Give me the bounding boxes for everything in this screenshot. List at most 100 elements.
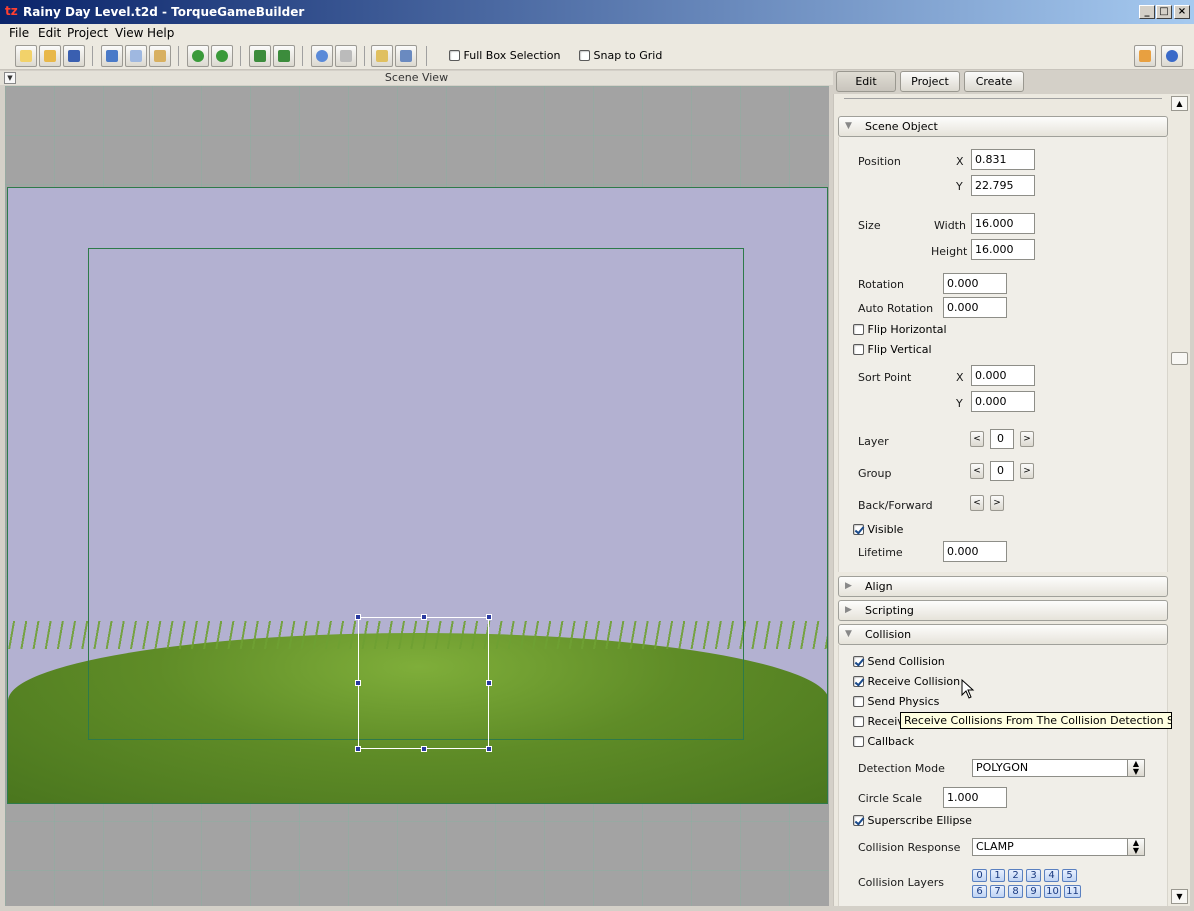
scripting-section-header[interactable]: ▶ Scripting: [838, 600, 1168, 621]
superscribe-ellipse-checkbox[interactable]: [853, 815, 864, 826]
select-tool-button[interactable]: [335, 45, 357, 67]
collision-layer-button[interactable]: 6: [972, 885, 987, 898]
align-section-header[interactable]: ▶ Align: [838, 576, 1168, 597]
send-collision-checkbox[interactable]: [853, 656, 864, 667]
send-physics-option[interactable]: Send Physics: [853, 695, 939, 708]
paste-button[interactable]: [149, 45, 171, 67]
snap-to-grid-toggle[interactable]: Snap to Grid: [579, 49, 662, 62]
collision-layer-button[interactable]: 10: [1044, 885, 1061, 898]
receive-collision-checkbox[interactable]: [853, 676, 864, 687]
send-backward-button[interactable]: [273, 45, 295, 67]
layer-increment-button[interactable]: >: [1020, 431, 1034, 447]
edit-script-button[interactable]: [371, 45, 393, 67]
undo-button[interactable]: [187, 45, 209, 67]
resize-handle[interactable]: [355, 746, 361, 752]
menu-view[interactable]: View: [115, 26, 143, 40]
feedback-button[interactable]: [1134, 45, 1156, 67]
save-button[interactable]: [63, 45, 85, 67]
collision-response-select[interactable]: CLAMP ▲ ▼: [972, 838, 1145, 856]
flip-horizontal-checkbox[interactable]: [853, 324, 864, 335]
resize-handle[interactable]: [355, 680, 361, 686]
menu-file[interactable]: File: [9, 26, 29, 40]
auto-rotation-input[interactable]: 0.000: [943, 297, 1007, 318]
resize-handle[interactable]: [486, 614, 492, 620]
window-mode-button[interactable]: [395, 45, 417, 67]
full-box-selection-toggle[interactable]: Full Box Selection: [449, 49, 560, 62]
inspector-scrollbar[interactable]: ▲ ▼: [1170, 94, 1190, 906]
send-physics-checkbox[interactable]: [853, 696, 864, 707]
scene-object-section-header[interactable]: ▼ Scene Object: [838, 116, 1168, 137]
collision-layer-button[interactable]: 3: [1026, 869, 1041, 882]
scene-menu-dropdown-icon[interactable]: ▼: [4, 72, 16, 84]
tab-edit[interactable]: Edit: [836, 71, 896, 92]
bring-forward-button[interactable]: [249, 45, 271, 67]
scroll-up-icon[interactable]: ▲: [1171, 96, 1188, 111]
open-button[interactable]: [39, 45, 61, 67]
flip-vertical-option[interactable]: Flip Vertical: [853, 343, 932, 356]
lifetime-input[interactable]: 0.000: [943, 541, 1007, 562]
height-input[interactable]: 16.000: [971, 239, 1035, 260]
collision-layer-button[interactable]: 8: [1008, 885, 1023, 898]
sort-y-input[interactable]: 0.000: [971, 391, 1035, 412]
resize-handle[interactable]: [421, 614, 427, 620]
receive-physics-checkbox[interactable]: [853, 716, 864, 727]
layer-input[interactable]: 0: [990, 429, 1014, 449]
maximize-button[interactable]: □: [1156, 5, 1172, 19]
rotation-input[interactable]: 0.000: [943, 273, 1007, 294]
cut-button[interactable]: [101, 45, 123, 67]
collision-section-header[interactable]: ▼ Collision: [838, 624, 1168, 645]
detection-mode-select[interactable]: POLYGON ▲ ▼: [972, 759, 1145, 777]
minimize-button[interactable]: _: [1139, 5, 1155, 19]
redo-button[interactable]: [211, 45, 233, 67]
resize-handle[interactable]: [486, 680, 492, 686]
snap-to-grid-checkbox[interactable]: [579, 50, 590, 61]
scroll-down-icon[interactable]: ▼: [1171, 889, 1188, 904]
tab-create[interactable]: Create: [964, 71, 1024, 92]
sort-x-input[interactable]: 0.000: [971, 365, 1035, 386]
receive-collision-option[interactable]: Receive Collision: [853, 675, 960, 688]
menu-help[interactable]: Help: [147, 26, 174, 40]
position-y-input[interactable]: 22.795: [971, 175, 1035, 196]
callback-option[interactable]: Callback: [853, 735, 914, 748]
send-back-button[interactable]: <: [970, 495, 984, 511]
collision-layer-button[interactable]: 5: [1062, 869, 1077, 882]
group-decrement-button[interactable]: <: [970, 463, 984, 479]
callback-checkbox[interactable]: [853, 736, 864, 747]
scroll-thumb[interactable]: [1171, 352, 1188, 365]
play-button[interactable]: [311, 45, 333, 67]
layer-decrement-button[interactable]: <: [970, 431, 984, 447]
flip-vertical-checkbox[interactable]: [853, 344, 864, 355]
collision-layer-button[interactable]: 9: [1026, 885, 1041, 898]
collision-layer-button[interactable]: 7: [990, 885, 1005, 898]
position-x-input[interactable]: 0.831: [971, 149, 1035, 170]
group-input[interactable]: 0: [990, 461, 1014, 481]
selected-object-bounds[interactable]: [355, 614, 492, 752]
menu-project[interactable]: Project: [67, 26, 108, 40]
collision-layer-button[interactable]: 0: [972, 869, 987, 882]
receive-physics-option[interactable]: Receiv: [853, 715, 904, 728]
full-box-selection-checkbox[interactable]: [449, 50, 460, 61]
resize-handle[interactable]: [421, 746, 427, 752]
width-input[interactable]: 16.000: [971, 213, 1035, 234]
bring-forward-button[interactable]: >: [990, 495, 1004, 511]
menu-edit[interactable]: Edit: [38, 26, 61, 40]
collision-layer-button[interactable]: 2: [1008, 869, 1023, 882]
scene-view-canvas[interactable]: [5, 86, 829, 906]
collision-layer-button[interactable]: 4: [1044, 869, 1059, 882]
send-collision-option[interactable]: Send Collision: [853, 655, 945, 668]
collision-layer-button[interactable]: 11: [1064, 885, 1081, 898]
resize-handle[interactable]: [486, 746, 492, 752]
group-increment-button[interactable]: >: [1020, 463, 1034, 479]
collision-layer-button[interactable]: 1: [990, 869, 1005, 882]
visible-option[interactable]: Visible: [853, 523, 903, 536]
copy-button[interactable]: [125, 45, 147, 67]
flip-horizontal-option[interactable]: Flip Horizontal: [853, 323, 947, 336]
circle-scale-input[interactable]: 1.000: [943, 787, 1007, 808]
resize-handle[interactable]: [355, 614, 361, 620]
tab-project[interactable]: Project: [900, 71, 960, 92]
new-button[interactable]: [15, 45, 37, 67]
visible-checkbox[interactable]: [853, 524, 864, 535]
about-button[interactable]: [1161, 45, 1183, 67]
superscribe-ellipse-option[interactable]: Superscribe Ellipse: [853, 814, 972, 827]
close-button[interactable]: ×: [1174, 5, 1190, 19]
